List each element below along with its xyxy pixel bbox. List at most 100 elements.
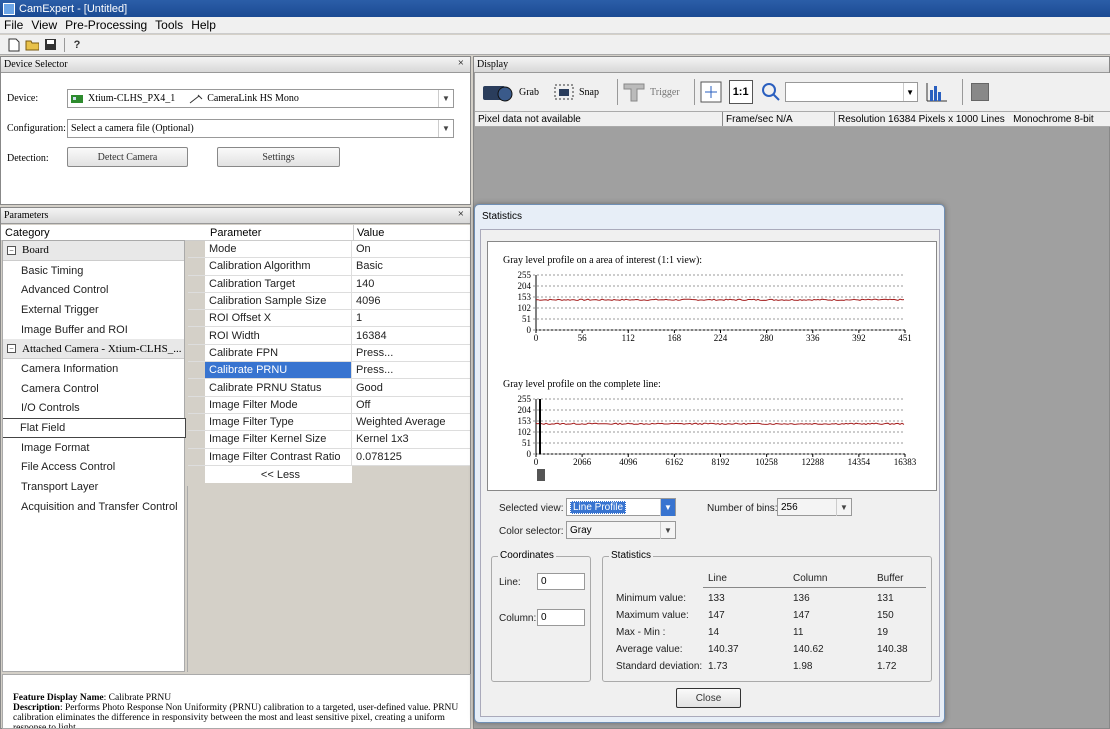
param-row[interactable]: Calibrate PRNU Status Good bbox=[188, 379, 470, 397]
stop-icon[interactable] bbox=[970, 83, 989, 101]
close-button[interactable]: Close bbox=[676, 688, 741, 708]
bins-select[interactable]: 256 ▼ bbox=[777, 498, 852, 516]
chevron-down-icon[interactable]: ▼ bbox=[836, 499, 851, 516]
snap-icon[interactable] bbox=[553, 82, 575, 102]
open-folder-icon[interactable] bbox=[24, 37, 40, 53]
param-row[interactable]: Image Filter Kernel Size Kernel 1x3 bbox=[188, 431, 470, 449]
one-to-one-button[interactable]: 1:1 bbox=[728, 80, 753, 104]
status-bar: Pixel data not available Frame/sec N/A R… bbox=[475, 111, 1110, 127]
chevron-down-icon[interactable]: ▼ bbox=[438, 120, 453, 137]
param-value[interactable]: Basic bbox=[352, 258, 470, 275]
category-external-trigger[interactable]: External Trigger bbox=[3, 300, 184, 320]
category-camera-control[interactable]: Camera Control bbox=[3, 379, 184, 399]
param-row[interactable]: ROI Offset X1 bbox=[188, 310, 470, 328]
param-row[interactable]: Image Filter Mode Off bbox=[188, 396, 470, 414]
category-camera-information[interactable]: Camera Information bbox=[3, 359, 184, 379]
save-icon[interactable] bbox=[42, 37, 58, 53]
category-transport-layer[interactable]: Transport Layer bbox=[3, 477, 184, 497]
detect-camera-button[interactable]: Detect Camera bbox=[67, 147, 188, 167]
device-select[interactable]: Xtium-CLHS_PX4_1 CameraLink HS Mono ▼ bbox=[67, 89, 454, 108]
color-selector-label: Color selector: bbox=[499, 526, 564, 537]
param-row[interactable]: Calibration Algorithm Basic bbox=[188, 258, 470, 276]
category-advanced-control[interactable]: Advanced Control bbox=[3, 280, 184, 300]
graph2-x-tick: 2066 bbox=[573, 457, 592, 467]
param-value[interactable]: Good bbox=[352, 379, 470, 396]
param-value[interactable]: 0.078125 bbox=[352, 448, 470, 465]
category-flat-field[interactable]: Flat Field bbox=[3, 418, 186, 438]
menu-tools[interactable]: Tools bbox=[155, 18, 183, 32]
collapse-icon[interactable]: − bbox=[7, 344, 16, 354]
param-row[interactable]: Calibration Sample Size 4096 bbox=[188, 292, 470, 311]
param-row[interactable]: ROI Width 16384 bbox=[188, 327, 470, 345]
color-selector-select[interactable]: Gray ▼ bbox=[566, 521, 676, 539]
chevron-down-icon[interactable]: ▼ bbox=[438, 90, 453, 107]
snap-button[interactable]: Snap bbox=[579, 87, 599, 98]
param-row[interactable]: Image Filter Contrast Ratio 0.078125 bbox=[188, 448, 470, 466]
line-input[interactable]: 0 bbox=[537, 573, 585, 590]
stats-value: 1.72 bbox=[877, 661, 897, 672]
device-selector-panel: Device Selector × Device: Xtium-CLHS_PX4… bbox=[0, 56, 471, 205]
histogram-icon[interactable] bbox=[924, 80, 950, 104]
column-label: Column: bbox=[499, 613, 537, 624]
param-row-selected[interactable]: Calibrate PRNU Press... bbox=[188, 362, 470, 380]
chevron-down-icon[interactable]: ▼ bbox=[660, 522, 675, 539]
stats-value: 133 bbox=[708, 593, 725, 604]
param-row[interactable]: Mode On bbox=[188, 241, 470, 259]
param-value[interactable]: Weighted Average bbox=[352, 413, 470, 431]
category-list: − Board Basic Timing Advanced Control Ext… bbox=[2, 240, 186, 672]
param-value[interactable]: 1 bbox=[352, 310, 470, 327]
chevron-down-icon[interactable]: ▼ bbox=[902, 83, 917, 101]
trigger-icon[interactable] bbox=[622, 81, 646, 103]
param-row[interactable]: Image Filter Type Weighted Average bbox=[188, 413, 470, 432]
category-io-controls[interactable]: I/O Controls bbox=[3, 399, 184, 419]
category-basic-timing[interactable]: Basic Timing bbox=[3, 261, 184, 281]
camera-link-label: CameraLink HS Mono bbox=[207, 93, 299, 104]
stats-value: 19 bbox=[877, 627, 889, 638]
param-value[interactable]: On bbox=[352, 241, 470, 258]
feature-name-label: Feature Display Name bbox=[13, 693, 104, 703]
settings-button[interactable]: Settings bbox=[217, 147, 340, 167]
category-group-attached-camera[interactable]: − Attached Camera - Xtium-CLHS_... bbox=[3, 339, 184, 360]
menu-pre-processing[interactable]: Pre-Processing bbox=[65, 18, 147, 32]
zoom-icon[interactable] bbox=[761, 82, 781, 102]
column-input[interactable]: 0 bbox=[537, 609, 585, 626]
param-value[interactable]: 4096 bbox=[352, 292, 470, 310]
zoom-select[interactable]: ▼ bbox=[784, 82, 918, 102]
category-file-access-control[interactable]: File Access Control bbox=[3, 458, 184, 478]
close-icon[interactable]: × bbox=[458, 57, 464, 69]
less-button[interactable]: << Less bbox=[205, 465, 352, 484]
fit-to-window-icon[interactable] bbox=[699, 80, 723, 104]
help-icon[interactable]: ? bbox=[69, 37, 85, 53]
configuration-select[interactable]: Select a camera file (Optional) ▼ bbox=[67, 119, 454, 138]
category-acquisition-transfer[interactable]: Acquisition and Transfer Control bbox=[3, 497, 184, 517]
menu-file[interactable]: File bbox=[4, 18, 23, 32]
close-icon[interactable]: × bbox=[458, 208, 464, 220]
param-row[interactable]: Calibration Target 140 bbox=[188, 275, 470, 293]
trigger-button[interactable]: Trigger bbox=[650, 87, 680, 98]
grab-button[interactable]: Grab bbox=[519, 87, 539, 98]
param-value[interactable]: 16384 bbox=[352, 327, 470, 344]
category-image-format[interactable]: Image Format bbox=[3, 438, 184, 458]
param-name: Calibration Target bbox=[205, 275, 352, 292]
param-value[interactable]: Kernel 1x3 bbox=[352, 431, 470, 448]
statistics-group: Statistics Line Column Buffer Minimum va… bbox=[602, 550, 932, 682]
category-image-buffer-roi[interactable]: Image Buffer and ROI bbox=[3, 320, 184, 340]
selected-view-select[interactable]: Line Profile ▼ bbox=[566, 498, 676, 516]
cable-icon bbox=[189, 94, 203, 103]
param-value[interactable]: Off bbox=[352, 396, 470, 413]
param-value[interactable]: 140 bbox=[352, 275, 470, 292]
graph2-y-tick: 204 bbox=[518, 405, 532, 415]
new-file-icon[interactable] bbox=[6, 37, 22, 53]
graph2-y-tick: 102 bbox=[518, 427, 532, 437]
param-row[interactable]: Calibrate FPN Press... bbox=[188, 344, 470, 363]
status-pixel-data: Pixel data not available bbox=[475, 112, 723, 126]
menu-help[interactable]: Help bbox=[191, 18, 216, 32]
category-group-board[interactable]: − Board bbox=[3, 241, 184, 261]
menu-view[interactable]: View bbox=[31, 18, 57, 32]
param-value[interactable]: Press... bbox=[352, 362, 470, 379]
collapse-icon[interactable]: − bbox=[7, 245, 16, 255]
param-value[interactable]: Press... bbox=[352, 344, 470, 362]
graph1-y-tick: 153 bbox=[518, 292, 532, 302]
chevron-down-icon[interactable]: ▼ bbox=[660, 499, 675, 516]
camera-icon[interactable] bbox=[479, 80, 515, 104]
